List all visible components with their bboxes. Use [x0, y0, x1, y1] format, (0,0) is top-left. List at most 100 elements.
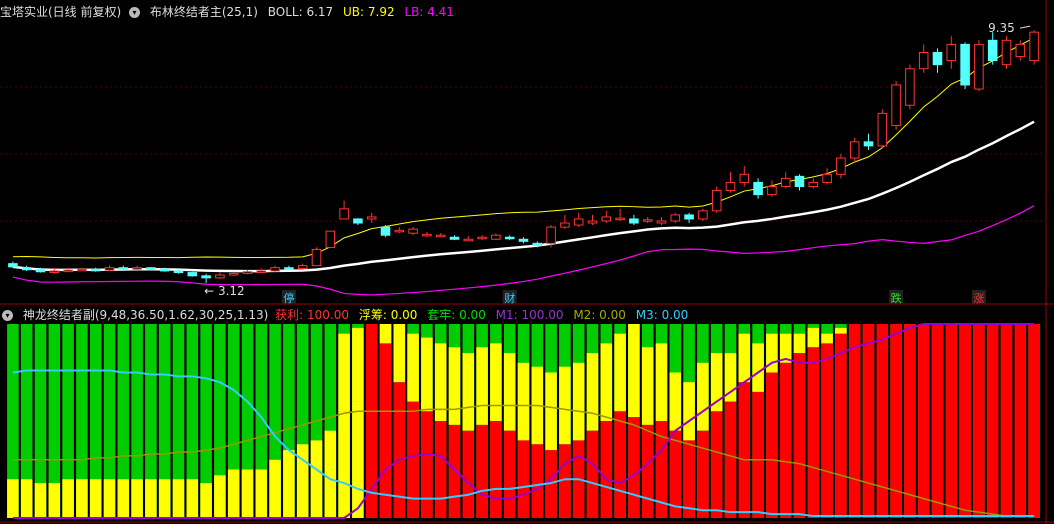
float-bar [462, 353, 475, 431]
profit-bar [158, 479, 171, 518]
sub-indicator-name[interactable]: 神龙终结者副(9,48,36.50,1.62,30,25,1.13) [23, 308, 269, 322]
candle [546, 226, 556, 244]
m1-value: M1: 100.00 [495, 308, 564, 322]
float-bar [793, 333, 806, 354]
candle [656, 220, 667, 224]
candle [849, 141, 860, 159]
candle [297, 265, 308, 270]
candle [284, 267, 294, 270]
profit-bar [697, 430, 709, 518]
float-value: 浮筹: 0.00 [358, 308, 418, 322]
profit-bar [710, 411, 723, 518]
candle [711, 190, 722, 212]
candle [394, 229, 405, 233]
profit-bar [600, 421, 613, 518]
profit-bar [227, 469, 240, 518]
profit-bar [48, 483, 61, 518]
m2-value: M2: 0.00 [573, 308, 626, 322]
main-indicator-name[interactable]: 布林终结者主(25,1) [150, 5, 258, 19]
profit-bar [324, 430, 337, 518]
profit-bar [779, 362, 792, 518]
candle [587, 220, 598, 224]
candle [725, 181, 736, 192]
candle [670, 214, 681, 222]
candle [560, 222, 570, 228]
candle [518, 238, 529, 242]
candle [642, 219, 653, 222]
high-arrow-icon [1020, 25, 1031, 29]
profit-bar [214, 475, 226, 518]
profit-bar [1014, 324, 1027, 518]
candle [325, 230, 336, 248]
profit-bar [310, 440, 323, 518]
profit-bar [117, 479, 130, 518]
candle [629, 218, 639, 224]
low-price-label: ← 3.12 [204, 284, 245, 298]
float-bar [628, 324, 640, 418]
candle [615, 217, 625, 221]
candle [808, 181, 819, 187]
candle [173, 270, 184, 274]
event-marker: 财 [504, 291, 515, 305]
lb-value: LB: 4.41 [404, 5, 454, 19]
float-bar [572, 362, 585, 441]
lb-line [12, 205, 1035, 296]
chevron-down-icon[interactable]: ▾ [129, 7, 141, 18]
sub-header: ▾ 神龙终结者副(9,48,36.50,1.62,30,25,1.13) 获利:… [0, 306, 694, 324]
candle [8, 263, 18, 268]
float-bar [379, 324, 392, 344]
profit-bar [959, 324, 971, 518]
candle [753, 181, 763, 196]
boll-value: BOLL: 6.17 [267, 5, 334, 19]
candle [21, 267, 32, 271]
candle [228, 272, 239, 276]
profit-bar [296, 444, 309, 518]
candle [132, 267, 142, 270]
main-chart-panel[interactable]: 9.35 ← 3.12 停 财 跌 涨 宝塔实业(日线 前复权) ▾ 布林终结者主(25,… [0, 0, 1054, 306]
high-price-label: 9.35 [988, 21, 1015, 35]
candle [863, 141, 874, 147]
float-bar [352, 327, 364, 402]
profit-bar [614, 411, 626, 518]
candle [1001, 39, 1012, 66]
stock-name: 宝塔实业(日线 前复权) [0, 5, 122, 19]
float-bar [614, 333, 626, 412]
candle [118, 267, 129, 270]
candle [877, 112, 888, 147]
float-bar [559, 366, 571, 445]
main-chart-canvas[interactable]: 9.35 ← 3.12 停 财 跌 涨 [0, 0, 1054, 306]
candle [353, 218, 363, 224]
profit-bar [172, 479, 185, 518]
chevron-down-icon[interactable]: ▾ [2, 310, 13, 321]
profit-bar [586, 430, 599, 518]
profit-bar [807, 347, 820, 518]
float-bar [835, 327, 847, 334]
profit-bar [848, 324, 861, 518]
candle [822, 173, 832, 183]
profit-bar [752, 391, 764, 518]
candle [794, 175, 805, 187]
event-marker: 停 [283, 291, 294, 305]
profit-bar [683, 440, 695, 518]
profit-bar [34, 483, 47, 518]
candle [504, 236, 515, 240]
float-bar [697, 362, 709, 431]
float-bar [407, 333, 419, 402]
candle [35, 269, 46, 273]
candle [77, 268, 87, 272]
sub-chart-panel[interactable]: ▾ 神龙终结者副(9,48,36.50,1.62,30,25,1.13) 获利:… [0, 306, 1054, 524]
profit-bar [931, 324, 944, 518]
candle [187, 272, 198, 277]
sub-chart-canvas[interactable] [0, 306, 1054, 524]
candle [463, 238, 474, 242]
candle [601, 216, 612, 222]
float-bar [586, 353, 599, 431]
event-marker: 跌 [891, 291, 902, 305]
profit-bar [352, 401, 364, 518]
candle [435, 234, 446, 238]
candle [491, 234, 501, 240]
profit-bar [641, 424, 654, 518]
float-bar [669, 372, 682, 431]
profit-bar [876, 324, 889, 518]
float-bar [476, 347, 488, 425]
